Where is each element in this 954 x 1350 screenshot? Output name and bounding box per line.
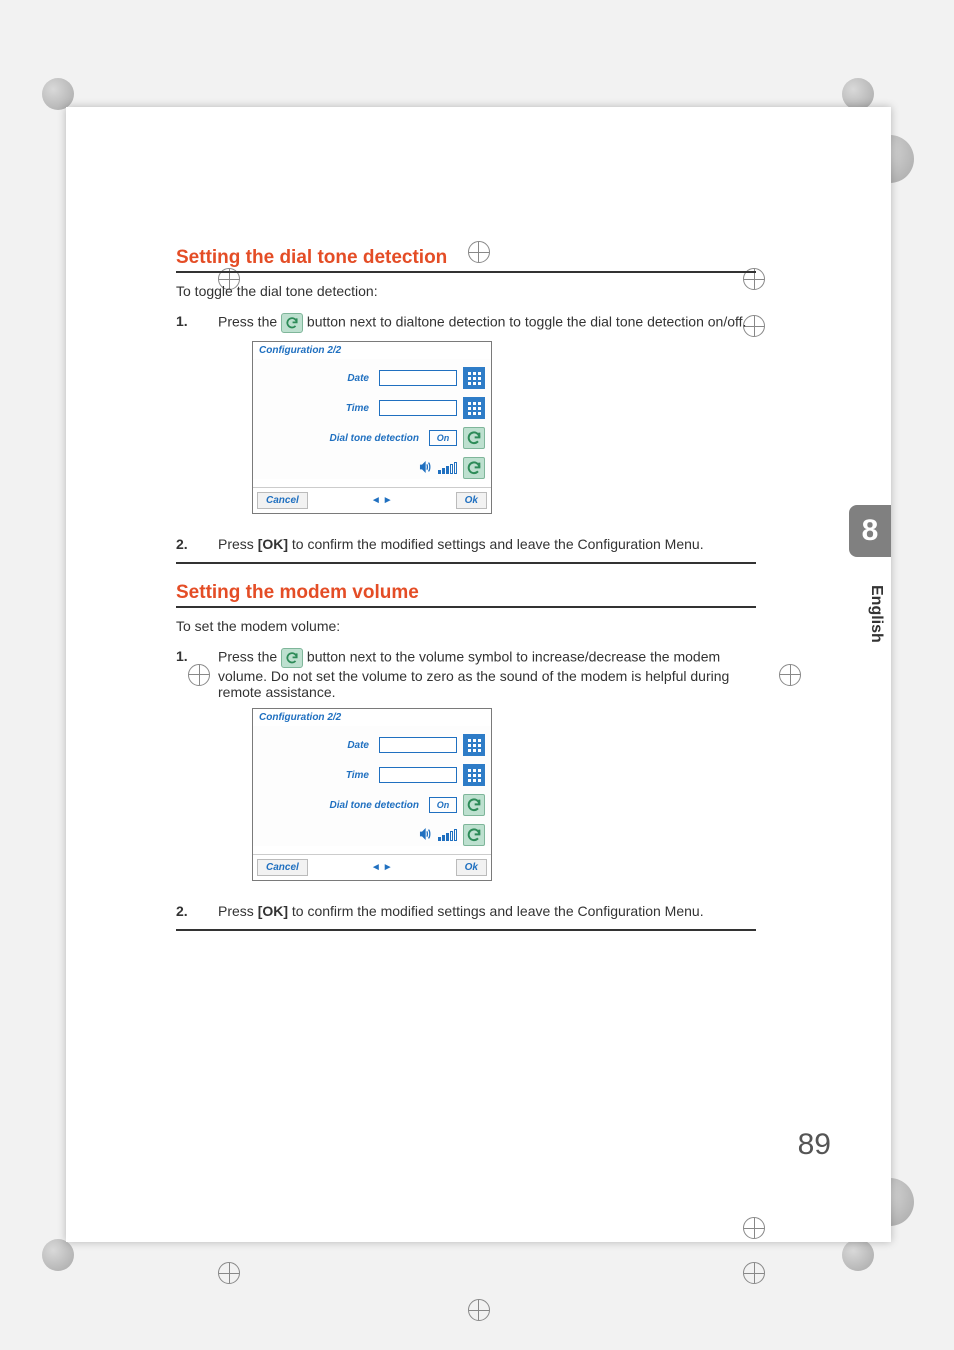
date-field[interactable] (379, 737, 457, 753)
date-field[interactable] (379, 370, 457, 386)
label-date: Date (259, 373, 373, 384)
pager-icon[interactable]: ◄► (363, 862, 401, 873)
refresh-icon[interactable] (463, 427, 485, 449)
label-date: Date (259, 740, 373, 751)
step-number: 1. (176, 313, 200, 526)
label-time: Time (259, 403, 373, 414)
pager-icon[interactable]: ◄► (363, 495, 401, 506)
dial-tone-value: On (429, 430, 457, 446)
label-dial-tone-detection: Dial tone detection (259, 433, 423, 444)
speaker-icon (418, 827, 432, 844)
volume-bars-icon (438, 462, 457, 474)
chapter-tab: 8 (849, 505, 891, 557)
document-page: Setting the dial tone detection To toggl… (66, 107, 891, 1242)
divider (176, 929, 756, 931)
language-label: English (867, 585, 885, 643)
registration-mark-icon (218, 1262, 240, 1284)
keypad-icon[interactable] (463, 734, 485, 756)
dial-tone-value: On (429, 797, 457, 813)
registration-mark-icon (779, 664, 801, 686)
keypad-icon[interactable] (463, 764, 485, 786)
step-text: Press the (218, 649, 281, 665)
registration-mark-icon (743, 1262, 765, 1284)
refresh-icon (281, 648, 303, 668)
time-field[interactable] (379, 400, 457, 416)
heading-modem-volume: Setting the modem volume (176, 582, 756, 604)
page-number: 89 (798, 1128, 831, 1162)
step-number: 1. (176, 648, 200, 893)
crop-dot-icon (842, 78, 874, 110)
divider (176, 606, 756, 608)
step-number: 2. (176, 536, 200, 552)
config-screen: Configuration 2/2 Date Time (252, 708, 492, 881)
speaker-icon (418, 460, 432, 477)
step-2: 2. Press [OK] to confirm the modified se… (176, 536, 756, 552)
cancel-button[interactable]: Cancel (257, 859, 308, 876)
crop-dot-icon (42, 1239, 74, 1271)
intro-text: To toggle the dial tone detection: (176, 283, 756, 299)
ok-button[interactable]: Ok (456, 859, 487, 876)
label-time: Time (259, 770, 373, 781)
ok-button[interactable]: Ok (456, 492, 487, 509)
time-field[interactable] (379, 767, 457, 783)
step-text: to confirm the modified settings and lea… (288, 536, 704, 552)
divider (176, 271, 756, 273)
step-text-bold: [OK] (258, 903, 288, 919)
registration-mark-icon (468, 1299, 490, 1321)
step-2: 2. Press [OK] to confirm the modified se… (176, 903, 756, 919)
label-dial-tone-detection: Dial tone detection (259, 800, 423, 811)
config-title: Configuration 2/2 (253, 709, 491, 726)
heading-dial-tone-detection: Setting the dial tone detection (176, 247, 756, 269)
step-text: Press (218, 903, 258, 919)
config-screen: Configuration 2/2 Date Time (252, 341, 492, 514)
refresh-icon[interactable] (463, 794, 485, 816)
crop-dot-icon (842, 1239, 874, 1271)
step-text: Press the (218, 314, 281, 330)
step-1: 1. Press the button next to the volume s… (176, 648, 756, 893)
refresh-icon (281, 313, 303, 333)
keypad-icon[interactable] (463, 367, 485, 389)
intro-text: To set the modem volume: (176, 618, 756, 634)
config-title: Configuration 2/2 (253, 342, 491, 359)
step-1: 1. Press the button next to dialtone det… (176, 313, 756, 526)
step-text: to confirm the modified settings and lea… (288, 903, 704, 919)
refresh-icon[interactable] (463, 824, 485, 846)
step-text: Press (218, 536, 258, 552)
refresh-icon[interactable] (463, 457, 485, 479)
divider (176, 562, 756, 564)
crop-dot-icon (42, 78, 74, 110)
registration-mark-icon (743, 1217, 765, 1239)
keypad-icon[interactable] (463, 397, 485, 419)
cancel-button[interactable]: Cancel (257, 492, 308, 509)
step-text-bold: [OK] (258, 536, 288, 552)
step-text: button next to dialtone detection to tog… (303, 314, 746, 330)
step-number: 2. (176, 903, 200, 919)
volume-bars-icon (438, 829, 457, 841)
